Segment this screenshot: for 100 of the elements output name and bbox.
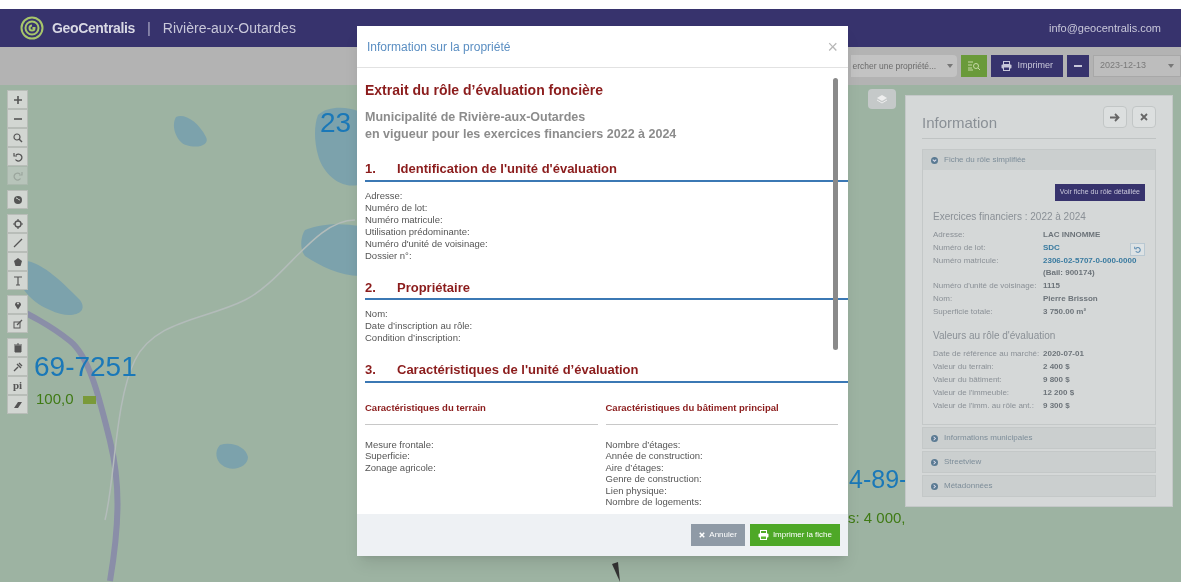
section-number: 2. (365, 278, 377, 297)
field-label: Date d’inscription au rôle: (365, 320, 474, 332)
separator: | (146, 17, 151, 38)
globe-icon (12, 194, 23, 205)
field-label: Numéro de lot: (365, 201, 429, 214)
map-tool-button[interactable]: pi (7, 376, 28, 395)
field-label: Utilisation prédominante: (365, 225, 471, 238)
section-title: Caractéristiques de l'unité d’évaluation (397, 361, 639, 379)
minus-icon (1074, 65, 1082, 67)
accordion-header[interactable]: Fiche du rôle simplifiée (923, 150, 1155, 170)
field-value: Pierre Brisson (1043, 293, 1098, 305)
map-tool-button[interactable] (7, 147, 28, 166)
brand-name: GeoCentralis (52, 18, 135, 38)
map-tool-button[interactable] (7, 338, 28, 357)
email-link[interactable]: info@geocentralis.com (1048, 19, 1161, 37)
measurement-label: 100,0 (36, 391, 74, 406)
search-list-icon (967, 61, 980, 71)
map-tool-button[interactable] (7, 271, 28, 290)
section-number: 1. (365, 160, 377, 178)
printer-icon (757, 530, 769, 540)
lake-shape (216, 443, 248, 469)
accordion-header[interactable]: Métadonnées (923, 476, 1155, 496)
layers-icon (876, 94, 888, 104)
map-tool-button[interactable] (7, 109, 28, 128)
panel-title: Information (922, 112, 998, 133)
route-shield-icon (83, 396, 96, 404)
field-note: (Bail: 900174) (1043, 267, 1095, 279)
map-tool-button[interactable] (7, 252, 28, 271)
field-label: Numéro d'unité de voisinage: (365, 237, 489, 250)
field-label: Dossier n°: (365, 249, 413, 262)
more-button[interactable] (1067, 55, 1089, 77)
chevron-right-icon (931, 482, 938, 490)
accordion-header[interactable]: Informations municipales (923, 428, 1155, 448)
map-tool-button[interactable] (7, 314, 28, 333)
section-title: Identification de l'unité d'évaluation (397, 160, 617, 178)
field-label: Zonage agricole: (365, 461, 437, 474)
field-label: Valeur de l'imm. au rôle ant.: (933, 400, 1035, 412)
close-button[interactable]: × (827, 37, 838, 56)
field-label: Adresse: (933, 229, 966, 241)
undo-icon (12, 151, 23, 162)
accordion-header[interactable]: Streetview (923, 452, 1155, 472)
close-panel-button[interactable] (1132, 106, 1156, 128)
chevron-right-icon (931, 434, 938, 442)
field-label: Mesure frontale: (365, 438, 435, 451)
field-label: Superficie totale: (933, 306, 994, 318)
eraser-icon (12, 399, 23, 410)
field-value: 3 750.00 m² (1043, 306, 1087, 318)
map-tool-button[interactable] (7, 214, 28, 233)
map-tool-button[interactable] (7, 190, 28, 209)
field-label: Date de référence au marché: (933, 348, 1041, 360)
logo-icon (20, 16, 44, 40)
subtitle-line: en vigueur pour les exercices financiers 2022 à 2024 (365, 126, 678, 143)
date-field[interactable]: 2023-12-13 (1093, 55, 1181, 77)
close-icon (699, 532, 706, 538)
zoom-in-icon (12, 94, 23, 105)
lot-number-label: 23 (320, 109, 352, 137)
pushpin-icon (12, 361, 23, 372)
field-label: Valeur du bâtiment: (933, 374, 1003, 386)
close-icon (1140, 113, 1148, 121)
field-label: Valeur de l'immeuble: (933, 387, 1011, 399)
lot-number-label: 4-89- (849, 467, 908, 492)
map-marker-icon (612, 562, 620, 582)
collapse-panel-button[interactable] (1103, 106, 1127, 128)
field-value: 1115 (1043, 280, 1060, 292)
field-label: Aire d’étages: (605, 461, 665, 474)
property-search-field[interactable]: ercher une propriété... (850, 55, 957, 77)
map-tool-button[interactable] (7, 90, 28, 109)
map-tool-button[interactable] (7, 357, 28, 376)
field-label: Nombre d’étages: (605, 438, 682, 451)
value-link[interactable]: 2306-02-5707-0-000-0000 (1043, 255, 1137, 267)
printer-icon (1000, 61, 1012, 71)
value-link[interactable]: SDC (1043, 242, 1060, 254)
history-button[interactable] (1130, 243, 1145, 256)
chevron-down-icon (931, 156, 938, 164)
polygon-icon (12, 256, 23, 267)
column-heading: Caractéristiques du bâtiment principal (605, 400, 838, 425)
section-title: Propriétaire (397, 278, 470, 297)
scrollbar-thumb[interactable] (833, 78, 838, 350)
caret-icon (946, 64, 953, 68)
marker-icon (12, 299, 23, 310)
subtitle-line: Municipalité de Rivière-aux-Outardes (365, 109, 587, 126)
print-sheet-button[interactable]: Imprimer la fiche (749, 524, 840, 546)
map-tool-button[interactable] (7, 395, 28, 414)
lot-number-label: 69-7251 (34, 353, 137, 381)
map-tool-button[interactable] (7, 128, 28, 147)
field-value: 2020-07-01 (1043, 348, 1085, 360)
section-number: 3. (365, 361, 377, 379)
field-label: Numéro d'unité de voisinage: (933, 280, 1038, 292)
field-label: Genre de construction: (605, 473, 703, 485)
field-value: LAC INNOMME (1043, 229, 1101, 241)
map-tool-button[interactable] (7, 295, 28, 314)
print-button[interactable]: Imprimer (990, 55, 1063, 77)
trash-icon (12, 342, 23, 353)
lake-shape (173, 116, 207, 147)
field-label: Nombre de logements: (605, 496, 703, 508)
section-heading: Valeurs au rôle d'évaluation (933, 329, 1057, 343)
field-value: 2 400 $ (1043, 361, 1071, 373)
document-title: Extrait du rôle d’évaluation foncière (365, 81, 605, 100)
arrow-right-icon (1110, 112, 1120, 122)
field-label: Numéro matricule: (933, 255, 1000, 267)
